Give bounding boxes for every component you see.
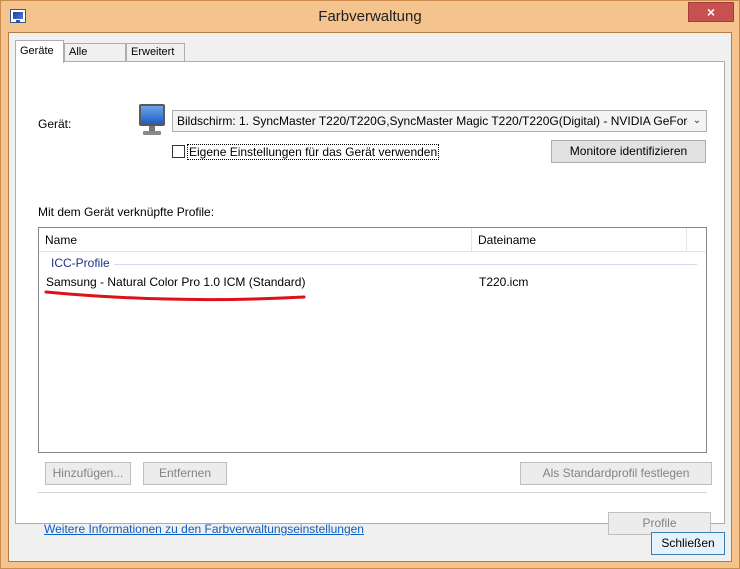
custom-settings-checkbox[interactable]	[172, 145, 185, 158]
custom-settings-label[interactable]: Eigene Einstellungen für das Gerät verwe…	[187, 144, 440, 160]
set-default-profile-button[interactable]: Als Standardprofil festlegen	[520, 462, 712, 485]
geraete-tab-panel: Gerät: Bildschirm: 1. SyncMaster T220/T2…	[15, 61, 725, 536]
monitor-icon	[136, 102, 168, 138]
profile-filename: T220.icm	[479, 275, 529, 289]
associated-profiles-label: Mit dem Gerät verknüpfte Profile:	[38, 205, 215, 219]
profile-name: Samsung - Natural Color Pro 1.0 ICM (Sta…	[46, 275, 306, 289]
group-divider	[114, 264, 697, 265]
farbverwaltung-window: Farbverwaltung × Geräte Alle Profile Erw…	[0, 0, 740, 569]
chevron-down-icon[interactable]: ⌄	[688, 111, 706, 131]
profiles-list[interactable]: Name Dateiname ICC-Profile Samsung - Nat…	[38, 227, 707, 453]
group-header-icc-profile: ICC-Profile	[51, 256, 110, 270]
list-header: Name Dateiname	[39, 228, 706, 252]
title-bar[interactable]: Farbverwaltung ×	[1, 1, 739, 33]
window-title: Farbverwaltung	[318, 8, 422, 25]
dialog-client-area: Geräte Alle Profile Erweitert Gerät: Bil…	[8, 32, 732, 562]
column-header-name[interactable]: Name	[39, 228, 472, 252]
identify-monitors-button[interactable]: Monitore identifizieren	[551, 140, 706, 163]
more-info-link[interactable]: Weitere Informationen zu den Farbverwalt…	[44, 522, 364, 536]
device-dropdown[interactable]: Bildschirm: 1. SyncMaster T220/T220G,Syn…	[172, 110, 707, 132]
column-header-filename[interactable]: Dateiname	[472, 228, 687, 252]
tab-erweitert[interactable]: Erweitert	[126, 43, 185, 62]
divider	[38, 492, 707, 493]
red-underline-annotation	[44, 290, 306, 302]
remove-profile-button[interactable]: Entfernen	[143, 462, 227, 485]
tab-alle-profile[interactable]: Alle Profile	[64, 43, 126, 75]
close-dialog-button[interactable]: Schließen	[651, 532, 725, 555]
device-dropdown-value: Bildschirm: 1. SyncMaster T220/T220G,Syn…	[177, 114, 707, 128]
window-close-button[interactable]: ×	[688, 2, 734, 22]
tab-geraete[interactable]: Geräte	[15, 40, 64, 63]
add-profile-button[interactable]: Hinzufügen...	[45, 462, 131, 485]
device-label: Gerät:	[38, 117, 72, 131]
